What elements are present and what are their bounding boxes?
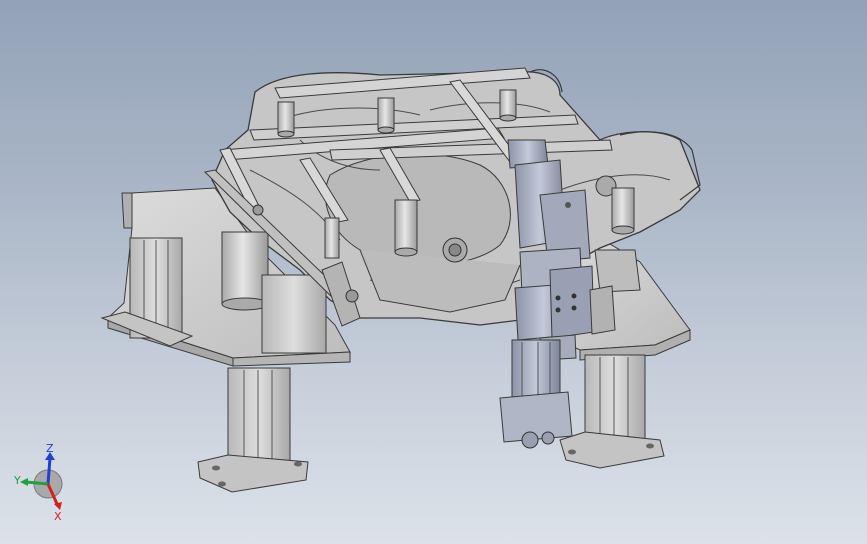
leg-front-left	[197, 367, 309, 493]
graphics-viewport[interactable]: Z Y X	[0, 0, 867, 544]
z-axis-arrow	[46, 457, 52, 485]
x-axis-label: X	[54, 510, 62, 523]
y-axis-label: Y	[14, 474, 21, 487]
view-orientation-triad[interactable]: Z Y X	[14, 440, 84, 530]
cad-assembly-model[interactable]	[0, 0, 867, 544]
z-axis-label: Z	[46, 442, 54, 455]
leg-front-right	[559, 354, 665, 469]
y-axis-arrow	[25, 480, 49, 486]
